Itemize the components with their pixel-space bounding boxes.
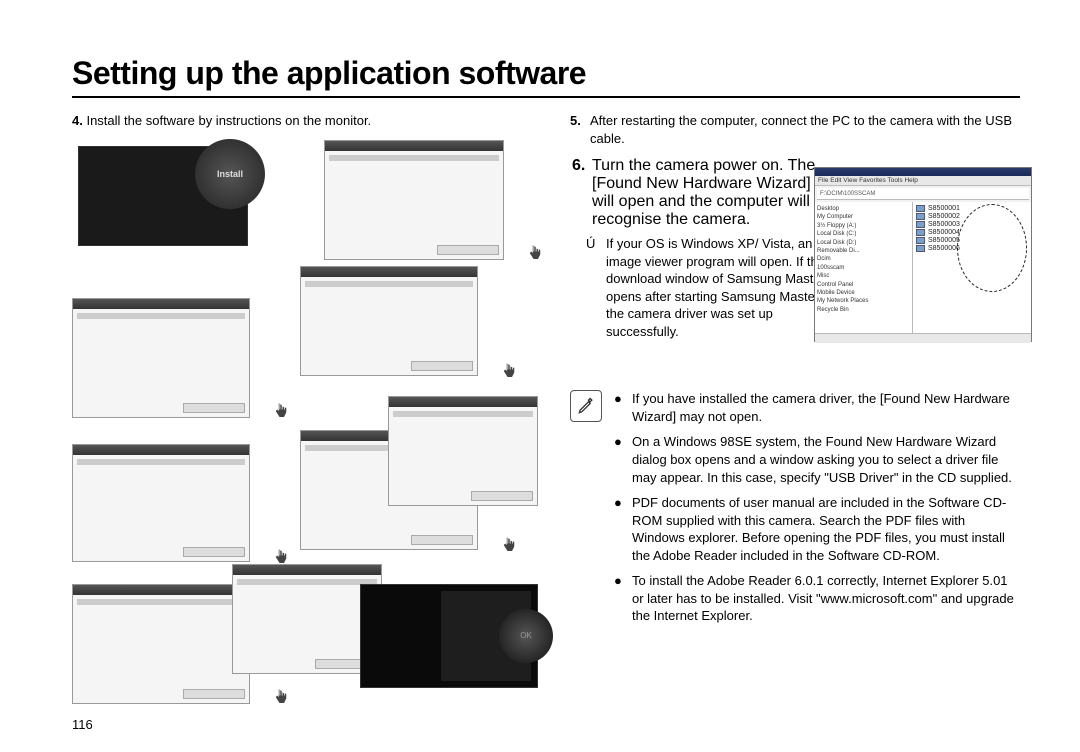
tree-item: Mobile Device [817,289,910,297]
tree-item: Misc [817,272,910,280]
bullet-icon: ● [614,572,624,625]
file-icon [916,213,925,220]
file-name: S8500005 [928,237,960,244]
tree-item: Desktop [817,205,910,213]
step-number: 5. [570,112,584,147]
explorer-menu: File Edit View Favorites Tools Help [815,176,1031,186]
note-text: To install the Adobe Reader 6.0.1 correc… [632,572,1020,625]
highlight-circle [957,204,1027,292]
file-icon [916,229,925,236]
file-name: S8500001 [928,205,960,212]
step-6: 6. Turn the camera power on. The [Found … [572,157,832,229]
step-text: Turn the camera power on. The [Found New… [592,157,832,229]
note-block: ● If you have installed the camera drive… [570,390,1020,633]
tree-item: Local Disk (D:) [817,239,910,247]
bullet-icon: ● [614,433,624,486]
page-title: Setting up the application software [72,55,1020,98]
file-icon [916,205,925,212]
windows-explorer-window: File Edit View Favorites Tools Help F:\D… [814,167,1032,342]
pointer-icon [272,688,290,706]
note-item: ● If you have installed the camera drive… [614,390,1020,425]
install-label: Install [217,169,243,179]
bullet-icon: ● [614,390,624,425]
tree-item: My Computer [817,213,910,221]
note-text: If you have installed the camera driver,… [632,390,1020,425]
step-text: Install the software by instructions on … [86,113,371,128]
explorer-file-pane: S8500001 S8500002 S8500003 S8500004 S850… [913,202,1031,333]
wizard-dialog-3 [300,266,478,376]
manual-page: Setting up the application software 4. I… [0,0,1080,720]
pointer-icon [500,536,518,554]
ok-highlight: OK [499,609,553,663]
bullet-icon: ● [614,494,624,564]
explorer-statusbar [815,333,1031,343]
note-text: PDF documents of user manual are include… [632,494,1020,564]
pointer-icon [526,244,544,262]
tree-item: My Network Places [817,297,910,305]
pointer-icon [500,362,518,380]
explorer-titlebar [815,168,1031,176]
file-name: S8500003 [928,221,960,228]
note-item: ● On a Windows 98SE system, the Found Ne… [614,433,1020,486]
tree-item: Removable Di... [817,247,910,255]
asterisk-note: Ú If your OS is Windows XP/ Vista, an im… [586,235,832,340]
tree-item: Recycle Bin [817,306,910,314]
wizard-dialog-5b [388,396,538,506]
note-item: ● PDF documents of user manual are inclu… [614,494,1020,564]
file-icon [916,237,925,244]
file-name: S8500006 [928,245,960,252]
final-installer-screen: OK [360,584,538,688]
pointer-icon [272,402,290,420]
asterisk-symbol: Ú [586,235,600,340]
install-screenshots: Install [72,140,542,700]
wizard-dialog-1 [324,140,504,260]
file-name: S8500004 [928,229,960,236]
step-4: 4. Install the software by instructions … [72,112,542,130]
explorer-tree: Desktop My Computer 3½ Floppy (A:) Local… [815,202,913,333]
file-icon [916,245,925,252]
step-number: 4. [72,113,83,128]
tree-item: 3½ Floppy (A:) [817,222,910,230]
pencil-note-icon [570,390,602,422]
install-button-highlight: Install [195,139,265,209]
asterisk-text: If your OS is Windows XP/ Vista, an imag… [606,235,832,340]
step-5: 5. After restarting the computer, connec… [570,112,1020,147]
tree-item: Control Panel [817,281,910,289]
note-item: ● To install the Adobe Reader 6.0.1 corr… [614,572,1020,625]
installer-splash: Install [78,146,248,246]
note-list: ● If you have installed the camera drive… [614,390,1020,633]
file-icon [916,221,925,228]
wizard-dialog-6 [72,584,250,704]
page-number: 116 [72,717,93,732]
step-text: After restarting the computer, connect t… [590,112,1020,147]
explorer-panes: Desktop My Computer 3½ Floppy (A:) Local… [815,202,1031,333]
file-name: S8500002 [928,213,960,220]
step-number: 6. [572,157,586,229]
note-text: On a Windows 98SE system, the Found New … [632,433,1020,486]
wizard-dialog-2 [72,298,250,418]
explorer-address: F:\DCIM\100SSCAM [817,188,1029,200]
left-column: 4. Install the software by instructions … [72,112,542,700]
tree-item: Local Disk (C:) [817,230,910,238]
tree-item: Dcim [817,255,910,263]
wizard-dialog-4 [72,444,250,562]
tree-item: 100sscam [817,264,910,272]
